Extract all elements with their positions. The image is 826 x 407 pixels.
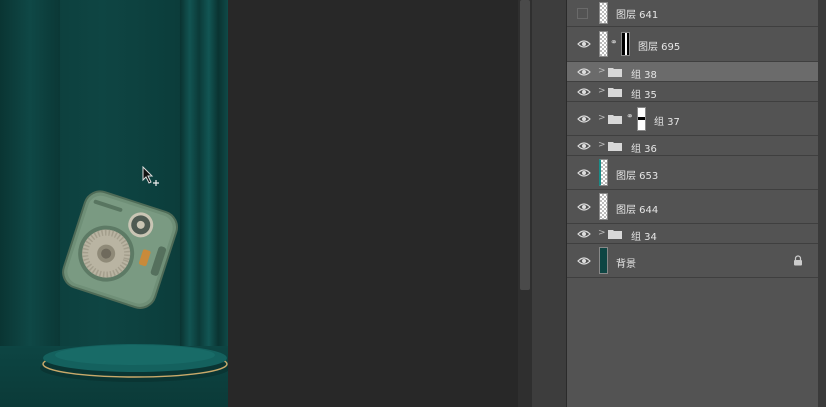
layer-row[interactable]: > 组 36 bbox=[567, 136, 818, 156]
layer-name: 组 36 bbox=[631, 144, 657, 155]
eye-icon[interactable] bbox=[577, 168, 591, 178]
move-cursor-icon bbox=[142, 166, 159, 186]
folder-icon bbox=[608, 115, 622, 124]
layer-row[interactable]: 图层 653 bbox=[567, 156, 818, 190]
curtain-right-fold bbox=[180, 0, 228, 350]
folder-icon bbox=[608, 142, 622, 151]
layer-name: 背景 bbox=[616, 259, 636, 270]
scrollbar-thumb[interactable] bbox=[520, 0, 530, 290]
layer-thumbnail bbox=[599, 193, 608, 220]
chevron-right-icon[interactable]: > bbox=[598, 228, 606, 238]
panel-gutter bbox=[532, 0, 567, 407]
layers-panel: 图层 641 ⚭ 图层 695 > 组 38 > 组 35 > ⚭ 组 37 >… bbox=[567, 0, 818, 407]
lock-icon[interactable] bbox=[793, 255, 803, 266]
pedestal bbox=[40, 344, 228, 382]
layer-row[interactable]: 背景 bbox=[567, 244, 818, 278]
document-canvas[interactable] bbox=[0, 0, 228, 407]
visibility-toggle-empty[interactable] bbox=[577, 8, 588, 19]
layer-name: 图层 695 bbox=[638, 42, 681, 53]
layer-row[interactable]: > 组 38 bbox=[567, 62, 818, 82]
eye-icon[interactable] bbox=[577, 67, 591, 77]
chevron-right-icon[interactable]: > bbox=[598, 113, 606, 123]
layer-row[interactable]: ⚭ 图层 695 bbox=[567, 27, 818, 62]
layer-thumbnail bbox=[599, 2, 608, 24]
curtain-left-fold bbox=[0, 0, 60, 350]
eye-icon[interactable] bbox=[577, 87, 591, 97]
layer-name: 图层 644 bbox=[616, 205, 659, 216]
layer-thumbnail bbox=[599, 159, 608, 186]
retro-speaker-product bbox=[62, 190, 178, 309]
panel-right-edge bbox=[818, 0, 826, 407]
workspace-pasteboard[interactable] bbox=[228, 0, 518, 407]
layer-mask-thumbnail[interactable] bbox=[621, 32, 630, 56]
layer-name: 图层 653 bbox=[616, 171, 659, 182]
layer-thumbnail bbox=[599, 247, 608, 274]
layer-row[interactable]: 图层 644 bbox=[567, 190, 818, 224]
folder-icon bbox=[608, 230, 622, 239]
chevron-right-icon[interactable]: > bbox=[598, 66, 606, 76]
chevron-right-icon[interactable]: > bbox=[598, 140, 606, 150]
layer-row[interactable]: > 组 34 bbox=[567, 224, 818, 244]
layer-thumbnail bbox=[599, 31, 608, 57]
eye-icon[interactable] bbox=[577, 229, 591, 239]
folder-icon bbox=[608, 88, 622, 97]
layer-mask-thumbnail[interactable] bbox=[637, 107, 646, 131]
folder-icon bbox=[608, 68, 622, 77]
layer-name: 图层 641 bbox=[616, 10, 659, 21]
layer-name: 组 35 bbox=[631, 90, 657, 101]
layer-name: 组 34 bbox=[631, 232, 657, 243]
eye-icon[interactable] bbox=[577, 141, 591, 151]
chevron-right-icon[interactable]: > bbox=[598, 86, 606, 96]
chain-link-icon[interactable]: ⚭ bbox=[610, 38, 618, 48]
eye-icon[interactable] bbox=[577, 39, 591, 49]
layer-row[interactable]: > ⚭ 组 37 bbox=[567, 102, 818, 136]
layer-row[interactable]: 图层 641 bbox=[567, 0, 818, 27]
layer-row[interactable]: > 组 35 bbox=[567, 82, 818, 102]
layer-name: 组 37 bbox=[654, 117, 680, 128]
eye-icon[interactable] bbox=[577, 114, 591, 124]
eye-icon[interactable] bbox=[577, 256, 591, 266]
chain-link-icon[interactable]: ⚭ bbox=[626, 112, 634, 122]
eye-icon[interactable] bbox=[577, 202, 591, 212]
layer-name: 组 38 bbox=[631, 70, 657, 81]
